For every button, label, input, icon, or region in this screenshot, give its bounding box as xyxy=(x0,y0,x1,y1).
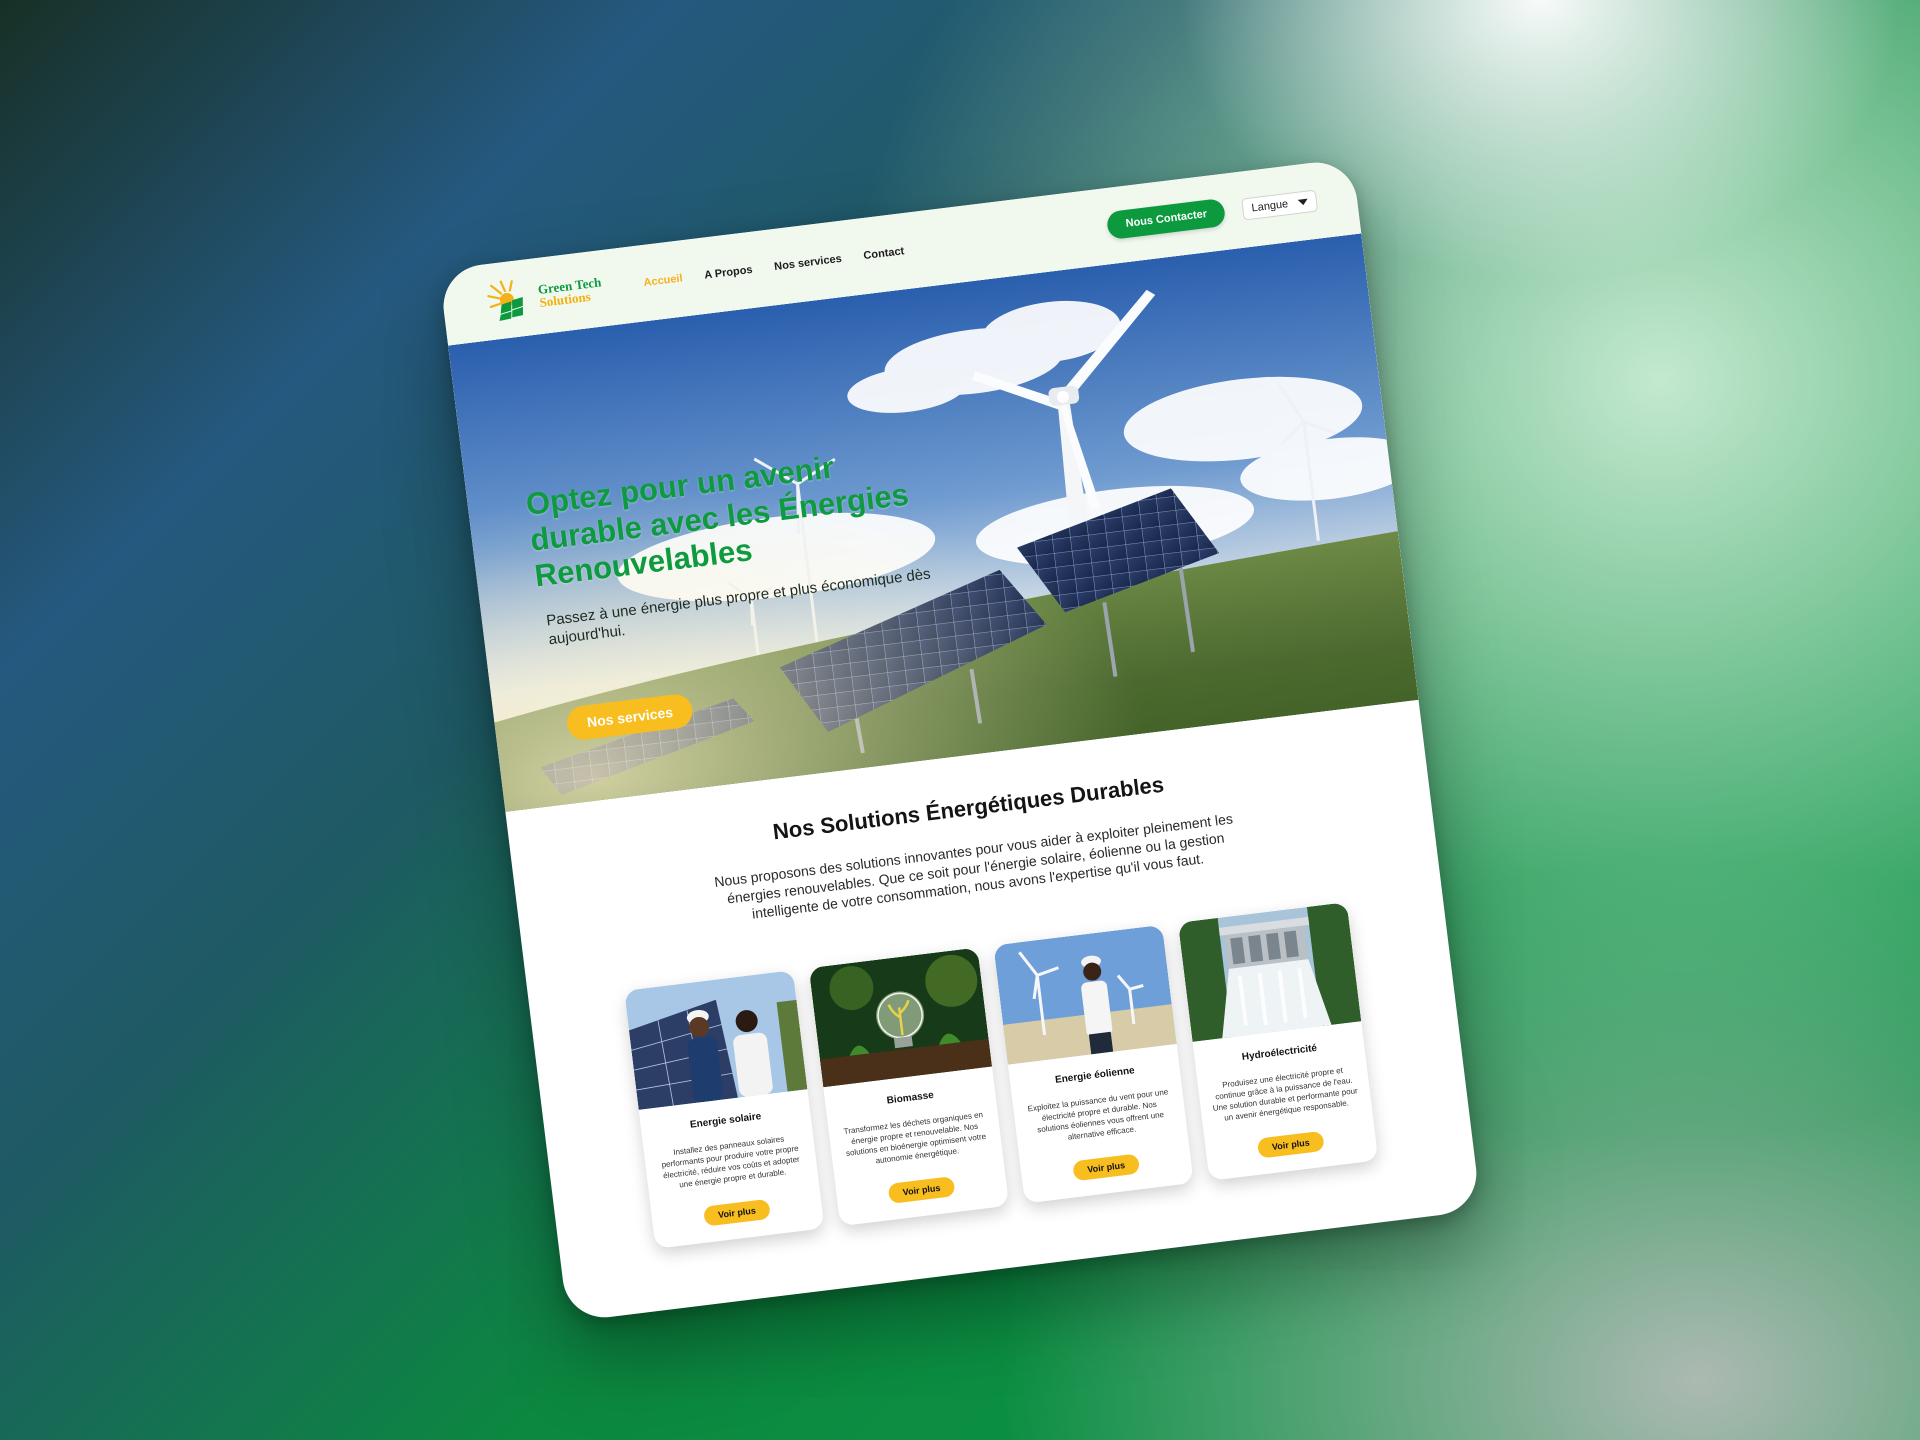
solution-cards: Energie solaire Installez des panneaux s… xyxy=(588,898,1414,1254)
card-title: Biomasse xyxy=(886,1089,935,1107)
card-title: Energie éolienne xyxy=(1054,1065,1136,1086)
language-select[interactable]: Langue xyxy=(1241,189,1319,221)
voir-plus-button[interactable]: Voir plus xyxy=(1072,1153,1141,1182)
card-text: Exploitez la puissance du vent pour une … xyxy=(1027,1087,1169,1142)
wind-engineer-image xyxy=(993,924,1177,1065)
lightbulb-plant-image xyxy=(808,947,993,1088)
nav-item-a-propos[interactable]: A Propos xyxy=(704,264,754,282)
header-actions: Nous Contacter Langue xyxy=(1106,187,1319,241)
card-text: Transformez les déchets organiques en én… xyxy=(843,1110,987,1166)
brand-logo[interactable]: Green Tech Solutions xyxy=(485,268,605,322)
contact-button[interactable]: Nous Contacter xyxy=(1106,197,1227,241)
nav-item-contact[interactable]: Contact xyxy=(863,245,905,262)
tablet-mockup: Green Tech Solutions Accueil A Propos No… xyxy=(438,157,1482,1323)
sun-solar-panel-logo-icon xyxy=(487,280,523,321)
main-nav: Accueil A Propos Nos services Contact xyxy=(643,245,905,289)
hero-content: Optez pour un avenir durable avec les Én… xyxy=(524,435,982,743)
card-text: Installez des panneaux solaires performa… xyxy=(661,1134,801,1190)
card-title: Energie solaire xyxy=(689,1111,762,1131)
caret-down-icon xyxy=(1297,198,1309,206)
card-text: Produisez une électricité propre et cont… xyxy=(1212,1065,1359,1123)
card-hydroelectricite: Hydroélectricité Produisez une électrici… xyxy=(1177,902,1379,1181)
background-stage: Green Tech Solutions Accueil A Propos No… xyxy=(0,0,1920,1440)
language-label: Langue xyxy=(1250,198,1289,215)
voir-plus-button[interactable]: Voir plus xyxy=(1256,1130,1325,1159)
card-energie-eolienne: Energie éolienne Exploitez la puissance … xyxy=(993,924,1194,1204)
voir-plus-button[interactable]: Voir plus xyxy=(887,1176,956,1204)
nav-item-accueil[interactable]: Accueil xyxy=(643,272,683,289)
card-biomasse: Biomasse Transformez les déchets organiq… xyxy=(808,947,1010,1227)
solar-engineers-image xyxy=(624,970,808,1110)
card-energie-solaire: Energie solaire Installez des panneaux s… xyxy=(624,970,825,1249)
voir-plus-button[interactable]: Voir plus xyxy=(703,1198,771,1227)
nav-item-nos-services[interactable]: Nos services xyxy=(774,253,843,273)
hydroelectric-dam-image xyxy=(1177,902,1362,1042)
card-title: Hydroélectricité xyxy=(1241,1042,1318,1063)
